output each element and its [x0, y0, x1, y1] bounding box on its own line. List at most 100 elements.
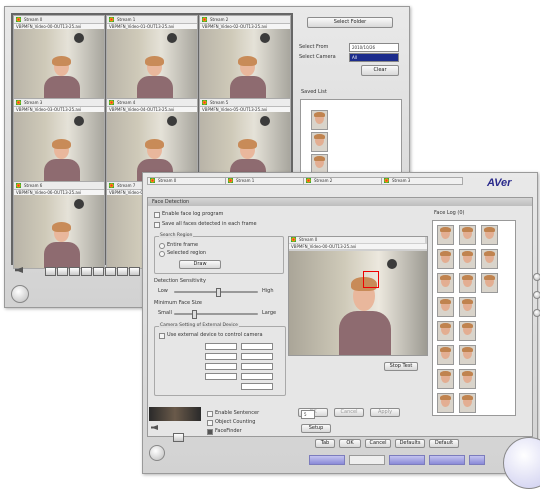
param-field[interactable]	[205, 363, 237, 370]
face-finder-checkbox[interactable]	[207, 429, 213, 435]
enable-face-log-checkbox[interactable]	[154, 212, 160, 218]
mode-tab-active[interactable]	[349, 455, 385, 465]
face-thumbnail[interactable]	[437, 273, 454, 293]
face-thumbnail[interactable]	[311, 110, 328, 130]
video-tile[interactable]: Stream 2 VBPMFN_Video-02-OUT13-25.avi	[199, 15, 291, 103]
layout-2x2-icon[interactable]	[57, 267, 68, 276]
defaults-button[interactable]: Defaults	[395, 439, 425, 448]
wall-clock	[167, 116, 177, 126]
face-thumbnail[interactable]	[481, 225, 498, 245]
scroll-knob[interactable]	[533, 291, 540, 299]
face-thumbnail[interactable]	[459, 249, 476, 269]
face-thumbnail[interactable]	[459, 321, 476, 341]
use-external-checkbox[interactable]	[159, 333, 165, 339]
sensitivity-slider[interactable]	[174, 288, 258, 297]
layout-5x5-icon[interactable]	[93, 267, 104, 276]
fullscreen-icon[interactable]	[117, 267, 128, 276]
save-all-faces-checkbox[interactable]	[154, 222, 160, 228]
mode-tab[interactable]	[309, 455, 345, 465]
layout-icon[interactable]	[173, 433, 184, 442]
wall-clock	[260, 33, 270, 43]
param-field[interactable]	[241, 363, 273, 370]
mode-tab[interactable]	[469, 455, 485, 465]
face-thumbnail[interactable]	[459, 273, 476, 293]
face-thumbnail[interactable]	[311, 154, 328, 174]
person-figure	[44, 139, 80, 185]
select-camera-label: Select Camera	[299, 54, 336, 60]
saved-list-label: Saved List	[301, 89, 327, 95]
stream-tab[interactable]: Stream 0	[147, 177, 229, 185]
video-tile[interactable]: Stream 6 VBPMFN_Video-06-OUT13-25.avi	[13, 181, 105, 269]
param-field[interactable]	[205, 353, 237, 360]
preview-filename: VBPMFN_Video-00-OUT13-25.avi	[289, 244, 427, 249]
mode-tab[interactable]	[429, 455, 465, 465]
select-folder-button[interactable]: Select Folder	[307, 17, 393, 28]
face-thumbnail[interactable]	[459, 297, 476, 317]
draw-button[interactable]: Draw	[179, 260, 221, 269]
face-size-thumb[interactable]	[192, 310, 197, 319]
scroll-knob[interactable]	[533, 273, 540, 281]
face-thumbnail[interactable]	[437, 249, 454, 269]
video-tile[interactable]: Stream 0 VBPMFN_Video-00-OUT13-25.avi	[13, 15, 105, 103]
mini-preview	[149, 407, 201, 421]
video-tile[interactable]: Stream 3 VBPMFN_Video-03-OUT13-25.avi	[13, 98, 105, 186]
setup-button[interactable]: Setup	[301, 424, 331, 433]
face-thumbnail[interactable]	[459, 225, 476, 245]
object-counting-checkbox[interactable]	[207, 420, 213, 426]
spinner-field[interactable]: 5	[301, 410, 315, 419]
cancel-button-disabled[interactable]: Cancel	[334, 408, 364, 417]
default-button[interactable]: Default	[429, 439, 459, 448]
video-tile[interactable]: Stream 1 VBPMFN_Video-01-OUT13-25.avi	[106, 15, 198, 103]
stream-tab[interactable]: Stream 3	[381, 177, 463, 185]
face-thumbnail[interactable]	[437, 321, 454, 341]
wall-clock	[167, 33, 177, 43]
jog-dial[interactable]	[503, 437, 540, 489]
face-thumbnail[interactable]	[459, 393, 476, 413]
face-thumbnail[interactable]	[481, 249, 498, 269]
sensitivity-thumb[interactable]	[216, 288, 221, 297]
apply-button-disabled[interactable]: Apply	[370, 408, 400, 417]
face-thumbnail[interactable]	[437, 345, 454, 365]
param-field[interactable]	[241, 383, 273, 390]
face-thumbnail[interactable]	[437, 369, 454, 389]
face-thumbnail[interactable]	[311, 132, 328, 152]
stream-tab[interactable]: Stream 1	[225, 177, 307, 185]
selected-region-radio[interactable]	[159, 251, 165, 257]
face-thumbnail[interactable]	[459, 345, 476, 365]
stream-tab[interactable]: Stream 2	[303, 177, 385, 185]
param-field[interactable]	[241, 353, 273, 360]
cancel-button[interactable]: Cancel	[365, 439, 391, 448]
param-field[interactable]	[205, 343, 237, 350]
person-figure	[44, 222, 80, 268]
setup-window: Stream 0 Stream 1 Stream 2 Stream 3 AVer…	[142, 172, 540, 489]
face-thumbnail[interactable]	[437, 225, 454, 245]
snapshot-icon[interactable]	[129, 267, 140, 276]
face-thumbnail[interactable]	[437, 297, 454, 317]
clear-button[interactable]: Clear	[361, 65, 399, 76]
face-thumbnail[interactable]	[437, 393, 454, 413]
power-button[interactable]	[149, 445, 165, 461]
face-thumbnail[interactable]	[459, 369, 476, 389]
camera-select[interactable]: All	[349, 53, 399, 62]
param-field[interactable]	[241, 373, 273, 380]
layout-1x1-icon[interactable]	[45, 267, 56, 276]
layout-4x4-icon[interactable]	[81, 267, 92, 276]
ok-button[interactable]: OK	[339, 439, 361, 448]
face-size-slider[interactable]	[174, 310, 258, 319]
min-face-size-label: Minimum Face Size	[154, 300, 202, 306]
from-date-field[interactable]: 2010/10/26	[349, 43, 399, 52]
layout-3x3-icon[interactable]	[69, 267, 80, 276]
selected-region-label: Selected region	[167, 250, 207, 256]
enable-sentencer-checkbox[interactable]	[207, 411, 213, 417]
layout-6x6-icon[interactable]	[105, 267, 116, 276]
param-field[interactable]	[205, 373, 237, 380]
scroll-knob[interactable]	[533, 309, 540, 317]
param-field[interactable]	[241, 343, 273, 350]
mode-tab[interactable]	[389, 455, 425, 465]
face-thumbnail[interactable]	[481, 273, 498, 293]
tab-button[interactable]: Tab	[315, 439, 335, 448]
whole-frame-radio[interactable]	[159, 243, 165, 249]
stop-test-button[interactable]: Stop Test	[384, 362, 418, 371]
power-button[interactable]	[11, 285, 29, 303]
size-large-label: Large	[262, 310, 277, 316]
